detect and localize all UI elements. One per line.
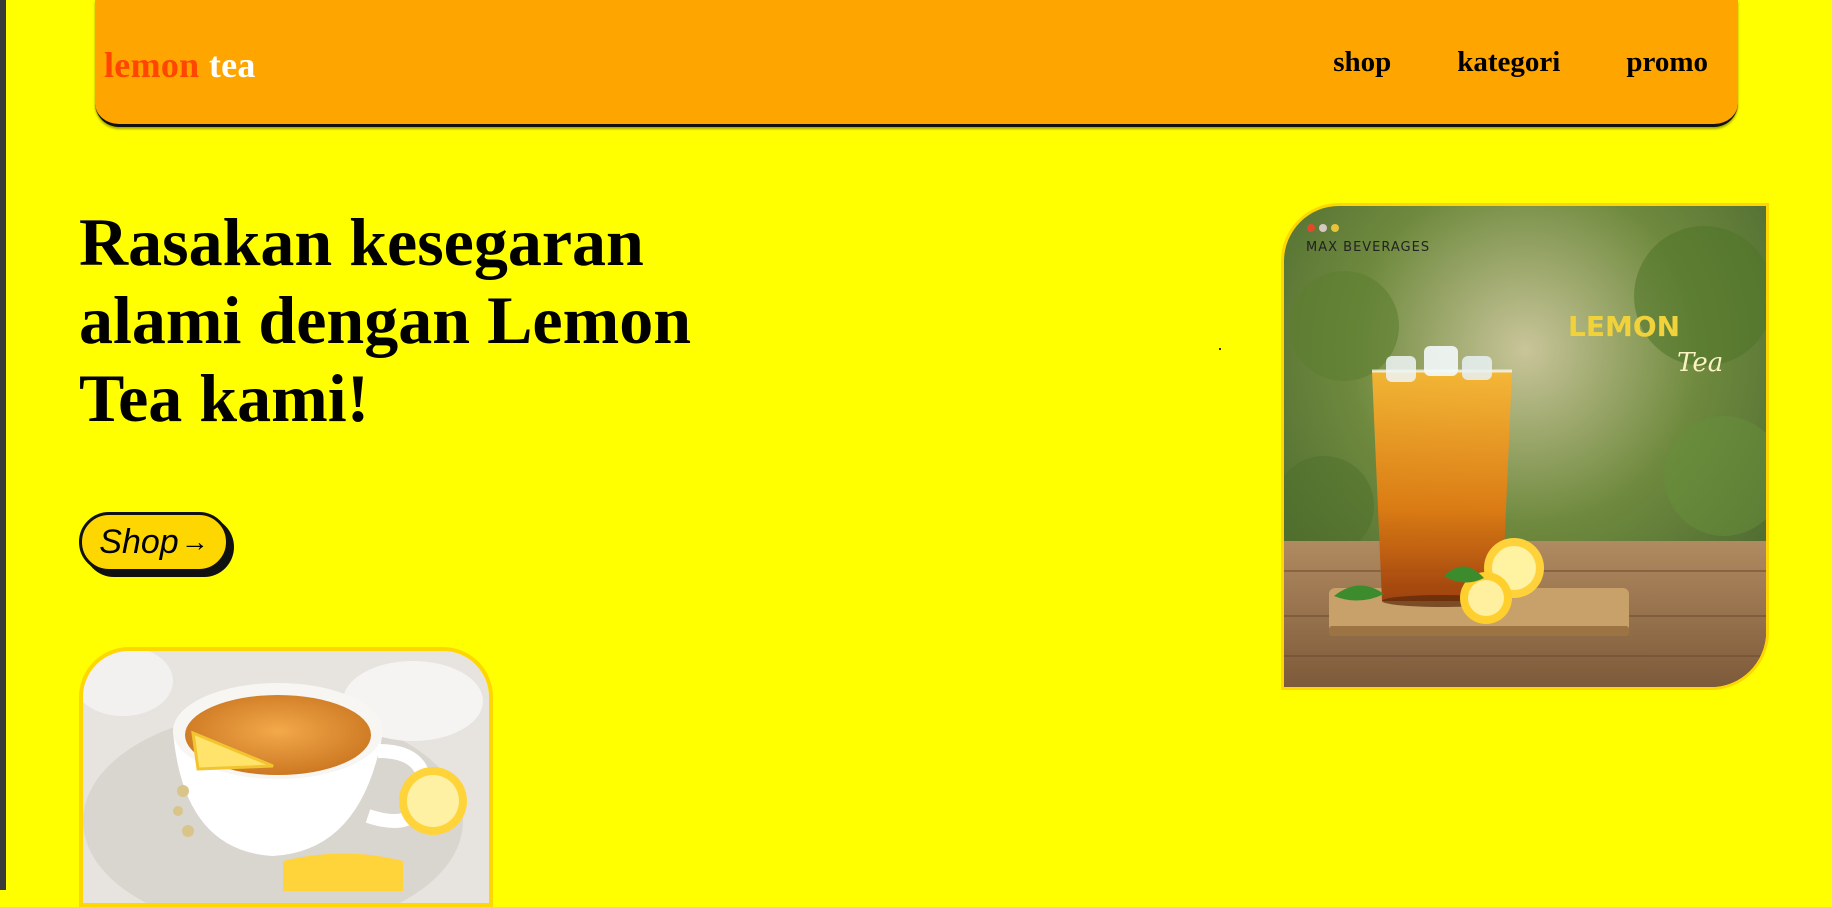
- logo[interactable]: lemon tea: [104, 44, 256, 86]
- nav-link-kategori[interactable]: kategori: [1457, 46, 1560, 79]
- lemon-tea-cup-image: [79, 647, 493, 907]
- tea-cup-illustration: [83, 651, 489, 903]
- hero-headline: Rasakan kesegaran alami dengan Lemon Tea…: [79, 204, 692, 436]
- arrow-right-icon: →: [180, 526, 209, 557]
- image-title-text: LEMON: [1568, 310, 1680, 343]
- logo-text-tea: tea: [208, 45, 256, 85]
- shop-button-label: Shop: [99, 522, 179, 561]
- logo-text-lemon: lemon: [104, 45, 200, 85]
- image-subtitle-text: Tea: [1677, 348, 1723, 378]
- nav-links: shop kategori promo: [1333, 46, 1708, 79]
- nav-link-shop[interactable]: shop: [1333, 46, 1391, 79]
- stray-dot: [1219, 348, 1221, 350]
- lemon-tea-glass-illustration: MAX BEVERAGES LEMON Tea: [1284, 206, 1766, 687]
- shop-button[interactable]: Shop →: [79, 512, 229, 572]
- navbar: lemon tea shop kategori promo: [95, 0, 1738, 127]
- image-brand-text: MAX BEVERAGES: [1306, 240, 1430, 255]
- nav-link-promo[interactable]: promo: [1626, 46, 1708, 79]
- lemon-tea-product-image: MAX BEVERAGES LEMON Tea: [1281, 203, 1769, 690]
- window-left-edge: [0, 0, 6, 890]
